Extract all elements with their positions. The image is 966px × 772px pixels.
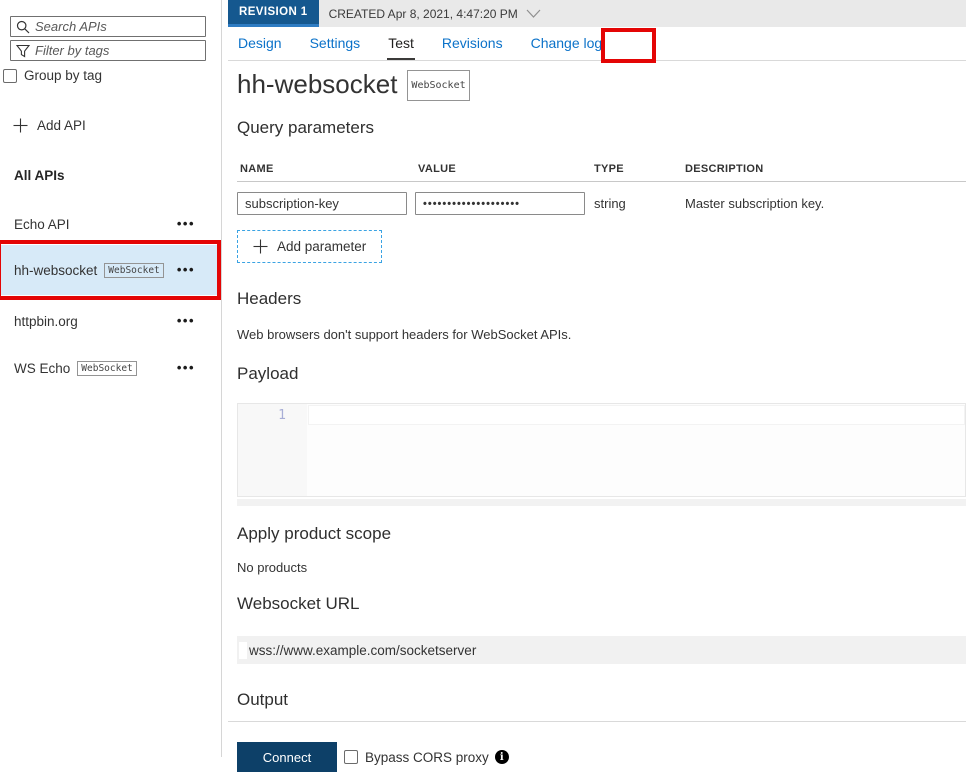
tab-change-log[interactable]: Change log: [530, 27, 604, 60]
sidebar-item-echo-api[interactable]: Echo API: [0, 199, 221, 249]
revision-created-dropdown[interactable]: CREATED Apr 8, 2021, 4:47:20 PM: [319, 0, 966, 27]
product-scope-heading: Apply product scope: [237, 524, 966, 544]
filter-icon: [16, 44, 30, 58]
api-test-panel: REVISION 1 CREATED Apr 8, 2021, 4:47:20 …: [228, 0, 966, 757]
param-value-input[interactable]: [415, 192, 585, 215]
table-row: string Master subscription key.: [237, 182, 966, 223]
websocket-badge: WebSocket: [104, 263, 163, 278]
page-title: hh-websocket WebSocket: [237, 69, 966, 100]
ellipsis-menu-icon[interactable]: [177, 316, 195, 326]
column-header-type: TYPE: [591, 163, 682, 175]
search-icon: [16, 20, 30, 34]
plus-icon: [13, 118, 28, 133]
api-item-label: hh-websocket: [14, 263, 97, 278]
ellipsis-menu-icon[interactable]: [177, 219, 195, 229]
group-by-tag-checkbox[interactable]: [3, 69, 17, 83]
websocket-url-bar[interactable]: wss://www.example.com/socketserver: [237, 636, 966, 664]
tab-test[interactable]: Test: [387, 27, 415, 60]
column-header-value: VALUE: [415, 163, 591, 175]
api-item-label: Echo API: [14, 217, 70, 232]
api-title-text: hh-websocket: [237, 71, 397, 98]
filter-tags-box[interactable]: [10, 40, 206, 61]
websocket-badge: WebSocket: [77, 361, 136, 376]
output-heading: Output: [237, 690, 966, 710]
websocket-url-heading: Websocket URL: [237, 594, 966, 614]
tab-design[interactable]: Design: [237, 27, 283, 60]
sidebar-item-ws-echo[interactable]: WS Echo WebSocket: [0, 343, 221, 393]
url-caret: [239, 642, 247, 659]
filter-tags-input[interactable]: [35, 43, 200, 58]
connect-button[interactable]: Connect: [237, 742, 337, 772]
bypass-cors-label: Bypass CORS proxy: [365, 750, 489, 765]
editor-current-line: [308, 405, 965, 425]
chevron-down-icon: [526, 9, 541, 18]
api-tabs: Design Settings Test Revisions Change lo…: [228, 27, 966, 61]
column-header-description: DESCRIPTION: [682, 163, 966, 175]
editor-scrollbar[interactable]: [237, 499, 966, 506]
payload-heading: Payload: [237, 364, 966, 384]
table-header-row: NAME VALUE TYPE DESCRIPTION: [237, 163, 966, 182]
info-icon[interactable]: [495, 750, 509, 764]
group-by-tag-row[interactable]: Group by tag: [3, 68, 102, 83]
add-api-label: Add API: [37, 118, 86, 133]
headers-heading: Headers: [237, 289, 966, 309]
revision-label: REVISION 1: [239, 6, 308, 18]
add-api-button[interactable]: Add API: [13, 118, 86, 133]
sidebar-divider: [221, 0, 222, 757]
param-name-input[interactable]: [237, 192, 407, 215]
add-parameter-button[interactable]: Add parameter: [237, 230, 382, 263]
revision-created-label: CREATED Apr 8, 2021, 4:47:20 PM: [329, 7, 518, 21]
search-apis-input[interactable]: [35, 19, 200, 34]
websocket-badge: WebSocket: [407, 70, 469, 101]
param-type: string: [591, 196, 682, 211]
tab-revisions[interactable]: Revisions: [441, 27, 504, 60]
output-divider: [228, 721, 966, 722]
bypass-cors-checkbox[interactable]: [344, 750, 358, 764]
sidebar-item-httpbin[interactable]: httpbin.org: [0, 296, 221, 346]
editor-line-number: 1: [238, 406, 286, 425]
headers-message: Web browsers don't support headers for W…: [237, 327, 966, 342]
api-sidebar: Group by tag Add API All APIs Echo API h…: [0, 0, 222, 757]
search-apis-box[interactable]: [10, 16, 206, 37]
sidebar-item-hh-websocket[interactable]: hh-websocket WebSocket: [0, 245, 221, 295]
group-by-tag-label: Group by tag: [24, 68, 102, 83]
payload-editor[interactable]: 1: [237, 403, 966, 497]
tab-settings[interactable]: Settings: [309, 27, 362, 60]
add-parameter-label: Add parameter: [277, 239, 366, 254]
query-parameters-heading: Query parameters: [237, 118, 966, 138]
plus-icon: [253, 239, 268, 254]
revision-tab[interactable]: REVISION 1: [228, 0, 319, 27]
api-item-label: httpbin.org: [14, 314, 78, 329]
product-scope-message: No products: [237, 560, 966, 575]
all-apis-heading: All APIs: [14, 168, 65, 183]
param-description: Master subscription key.: [682, 196, 966, 211]
api-item-label: WS Echo: [14, 361, 70, 376]
websocket-url-value: wss://www.example.com/socketserver: [249, 643, 476, 658]
test-footer: Connect Bypass CORS proxy: [237, 742, 966, 772]
revision-bar: REVISION 1 CREATED Apr 8, 2021, 4:47:20 …: [228, 0, 966, 27]
column-header-name: NAME: [237, 163, 415, 175]
query-parameters-table: NAME VALUE TYPE DESCRIPTION string Maste…: [237, 163, 966, 223]
ellipsis-menu-icon[interactable]: [177, 363, 195, 373]
ellipsis-menu-icon[interactable]: [177, 265, 195, 275]
